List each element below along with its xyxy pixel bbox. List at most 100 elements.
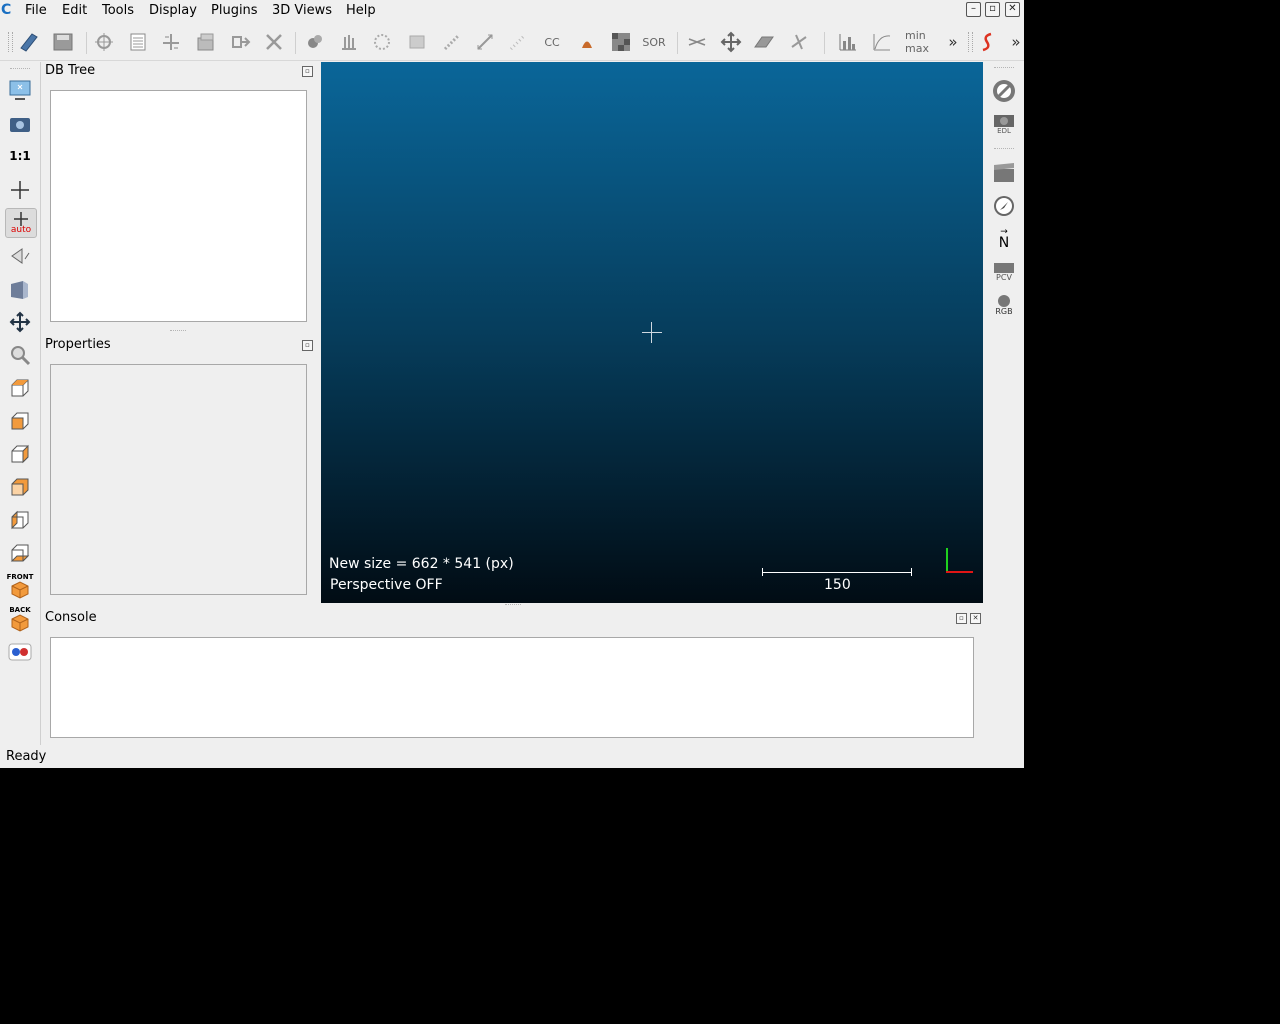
front-iso-icon[interactable]: FRONT bbox=[5, 572, 35, 600]
point-picking-icon[interactable] bbox=[92, 30, 116, 54]
scale-bar bbox=[762, 572, 912, 573]
pivot-icon[interactable] bbox=[5, 176, 35, 204]
menu-tools[interactable]: Tools bbox=[102, 2, 134, 20]
zoom-icon[interactable] bbox=[5, 341, 35, 369]
toolbar-grip[interactable] bbox=[994, 148, 1014, 152]
compass-icon[interactable] bbox=[989, 192, 1019, 220]
stereo-icon[interactable] bbox=[5, 638, 35, 666]
noise-icon[interactable] bbox=[609, 30, 633, 54]
cloudcompare-window: C File Edit Tools Display Plugins 3D Vie… bbox=[0, 0, 1024, 768]
console-close-button[interactable]: ✕ bbox=[970, 613, 981, 624]
menu-file[interactable]: File bbox=[25, 2, 47, 20]
properties-panel[interactable] bbox=[50, 364, 307, 595]
properties-float-button[interactable]: ▫ bbox=[302, 340, 313, 351]
merge-icon[interactable] bbox=[229, 30, 253, 54]
cloud-distance-icon[interactable] bbox=[506, 30, 530, 54]
sor-filter-icon[interactable]: SOR bbox=[642, 30, 666, 54]
toolbar-separator bbox=[295, 32, 296, 54]
mesh-icon[interactable] bbox=[405, 30, 429, 54]
left-view-icon[interactable] bbox=[5, 440, 35, 468]
toolbar-grip[interactable] bbox=[994, 67, 1014, 71]
menu-edit[interactable]: Edit bbox=[62, 2, 87, 20]
north-arrow-icon[interactable]: → N bbox=[989, 225, 1019, 253]
pcv-label: PCV bbox=[996, 273, 1012, 282]
pcv-icon[interactable]: PCV bbox=[989, 258, 1019, 286]
edl-label: EDL bbox=[997, 126, 1011, 135]
console-float-button[interactable]: ▫ bbox=[956, 613, 967, 624]
db-tree-panel[interactable] bbox=[50, 90, 307, 322]
toolbar-separator bbox=[86, 32, 87, 54]
status-bar: Ready bbox=[0, 746, 1024, 768]
rotation-icon[interactable] bbox=[5, 242, 35, 270]
status-text: Ready bbox=[6, 749, 47, 764]
register-icon[interactable] bbox=[303, 30, 327, 54]
pixel-size-button[interactable]: 1:1 bbox=[5, 142, 35, 170]
shader-toolbar: EDL → N PCV RGB bbox=[985, 62, 1024, 745]
console-panel[interactable] bbox=[50, 637, 974, 738]
toolbar-grip[interactable] bbox=[8, 32, 13, 52]
pivot-crosshair bbox=[651, 322, 652, 343]
clone-icon[interactable] bbox=[194, 30, 218, 54]
size-message: New size = 662 * 541 (px) bbox=[329, 556, 514, 572]
menu-display[interactable]: Display bbox=[149, 2, 197, 20]
list-icon[interactable] bbox=[126, 30, 150, 54]
plugin-icon[interactable] bbox=[976, 30, 1000, 54]
plane-icon[interactable] bbox=[752, 30, 776, 54]
subsample-icon[interactable] bbox=[370, 30, 394, 54]
auto-pivot-button[interactable]: auto bbox=[5, 208, 37, 238]
rgb-icon[interactable]: RGB bbox=[989, 291, 1019, 319]
toolbar-overflow-button[interactable]: » bbox=[941, 30, 965, 54]
pivot-crosshair bbox=[642, 332, 662, 333]
right-view-icon[interactable] bbox=[5, 506, 35, 534]
save-icon[interactable] bbox=[51, 30, 75, 54]
bottom-view-icon[interactable] bbox=[5, 539, 35, 567]
back-iso-label: BACK bbox=[9, 605, 31, 614]
toolbar-overflow-button-2[interactable]: » bbox=[1004, 30, 1024, 54]
axis-x-indicator bbox=[946, 571, 973, 573]
global-zoom-icon[interactable] bbox=[5, 76, 35, 104]
main-toolbar: CC SOR min max » » bbox=[0, 24, 1024, 61]
3d-view[interactable]: New size = 662 * 541 (px) Perspective OF… bbox=[321, 62, 983, 603]
north-label: N bbox=[998, 235, 1010, 251]
close-button[interactable]: ✕ bbox=[1005, 2, 1020, 17]
back-iso-icon[interactable]: BACK bbox=[5, 605, 35, 633]
density-icon[interactable] bbox=[440, 30, 464, 54]
histogram-icon[interactable] bbox=[836, 30, 860, 54]
camera-icon[interactable] bbox=[5, 110, 35, 138]
scale-value: 150 bbox=[824, 577, 851, 593]
toolbar-grip[interactable] bbox=[968, 32, 973, 52]
fit-icon[interactable] bbox=[787, 30, 811, 54]
edl-shader-icon[interactable]: EDL bbox=[989, 110, 1019, 138]
connected-components-icon[interactable]: CC bbox=[540, 30, 564, 54]
scale-bar-tick bbox=[911, 568, 912, 576]
axis-y-indicator bbox=[946, 548, 948, 573]
front-view-icon[interactable] bbox=[5, 407, 35, 435]
color-icon[interactable] bbox=[575, 30, 599, 54]
menu-plugins[interactable]: Plugins bbox=[211, 2, 258, 20]
toolbar-grip[interactable] bbox=[10, 68, 30, 72]
top-view-icon[interactable] bbox=[5, 374, 35, 402]
toolbar-separator bbox=[824, 32, 825, 54]
menu-3d-views[interactable]: 3D Views bbox=[272, 2, 332, 20]
move-icon[interactable] bbox=[5, 308, 35, 336]
normals-icon[interactable] bbox=[337, 30, 361, 54]
curve-icon[interactable] bbox=[870, 30, 894, 54]
segment-icon[interactable] bbox=[159, 30, 183, 54]
scissors-icon[interactable] bbox=[685, 30, 709, 54]
perspective-icon[interactable] bbox=[5, 276, 35, 304]
menu-help[interactable]: Help bbox=[346, 2, 376, 20]
animation-icon[interactable] bbox=[989, 159, 1019, 187]
db-tree-float-button[interactable]: ▫ bbox=[302, 66, 313, 77]
dock-splitter[interactable] bbox=[170, 330, 186, 334]
min-max-icon[interactable]: min max bbox=[905, 29, 929, 55]
minimize-button[interactable]: – bbox=[966, 2, 981, 17]
translate-icon[interactable] bbox=[719, 30, 743, 54]
toolbar-separator bbox=[677, 32, 678, 54]
restore-button[interactable]: ▫ bbox=[985, 2, 1000, 17]
dock-splitter[interactable] bbox=[505, 604, 521, 608]
distance-icon[interactable] bbox=[473, 30, 497, 54]
no-shader-icon[interactable] bbox=[989, 77, 1019, 105]
back-view-icon[interactable] bbox=[5, 473, 35, 501]
delete-icon[interactable] bbox=[262, 30, 286, 54]
open-file-icon[interactable] bbox=[17, 30, 41, 54]
